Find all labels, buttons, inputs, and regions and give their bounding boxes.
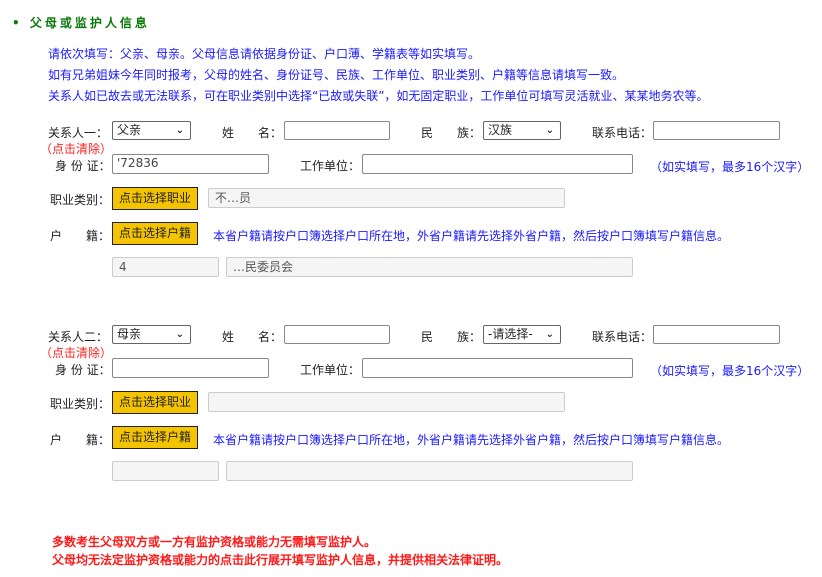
- section-title: • 父母或监护人信息: [12, 16, 150, 30]
- phone-label: 联系电话：: [592, 330, 653, 344]
- household-hint: 本省户籍请按户口簿选择户口所在地，外省户籍请先选择外省户籍，然后按户口簿填写户籍…: [213, 433, 730, 447]
- id-label: 身 份 证：: [55, 363, 111, 377]
- household-label: 户 籍：: [50, 229, 111, 243]
- name-label: 姓 名：: [222, 330, 283, 344]
- choose-household-button[interactable]: 点击选择户籍: [112, 426, 198, 449]
- expand-guardian-link[interactable]: 父母均无法定监护资格或能力的点击此行展开填写监护人信息，并提供相关法律证明。: [52, 551, 508, 568]
- relation-value: 母亲: [117, 327, 142, 341]
- occupation-label: 职业类别：: [50, 193, 111, 207]
- id-input[interactable]: '72836: [112, 154, 269, 174]
- household-code-field: [112, 461, 219, 481]
- name-input[interactable]: [284, 325, 390, 344]
- ethnicity-select[interactable]: -请选择- ⌄: [483, 325, 561, 344]
- phone-input[interactable]: [653, 121, 780, 140]
- chevron-down-icon: ⌄: [175, 125, 184, 136]
- section-title-text: 父母或监护人信息: [29, 16, 150, 30]
- work-label: 工作单位：: [300, 159, 361, 173]
- name-input[interactable]: [284, 121, 390, 140]
- relation-value: 父亲: [117, 123, 142, 137]
- relation-label: 关系人二：: [48, 330, 109, 344]
- household-code-field: 4: [112, 257, 219, 277]
- work-input[interactable]: [362, 154, 633, 174]
- choose-occupation-button[interactable]: 点击选择职业: [112, 187, 198, 210]
- household-label: 户 籍：: [50, 433, 111, 447]
- guardian-info-form: • 父母或监护人信息 请依次填写：父亲、母亲。父母信息请依据身份证、户口薄、学籍…: [0, 0, 822, 577]
- phone-input[interactable]: [653, 325, 780, 344]
- ethnicity-label: 民 族：: [421, 330, 482, 344]
- occupation-field: [208, 392, 565, 412]
- choose-household-button[interactable]: 点击选择户籍: [112, 222, 198, 245]
- occupation-label: 职业类别：: [50, 397, 111, 411]
- relation-select[interactable]: 父亲 ⌄: [112, 121, 191, 140]
- phone-label: 联系电话：: [592, 126, 653, 140]
- chevron-down-icon: ⌄: [545, 329, 554, 340]
- relation-label: 关系人一：: [48, 126, 109, 140]
- household-address-field: …民委员会: [226, 257, 633, 277]
- work-input[interactable]: [362, 358, 633, 378]
- id-label: 身 份 证：: [55, 159, 111, 173]
- ethnicity-value: -请选择-: [488, 327, 533, 341]
- clear-link[interactable]: （点击清除）: [40, 140, 112, 157]
- warning-text: 多数考生父母双方或一方有监护资格或能力无需填写监护人。: [52, 535, 377, 549]
- chevron-down-icon: ⌄: [545, 125, 554, 136]
- ethnicity-label: 民 族：: [421, 126, 482, 140]
- occupation-field: 不…员: [208, 188, 565, 208]
- instruction-line: 如有兄弟姐妹今年同时报考，父母的姓名、身份证号、民族、工作单位、职业类别、户籍等…: [48, 68, 625, 82]
- work-label: 工作单位：: [300, 363, 361, 377]
- instruction-line: 请依次填写：父亲、母亲。父母信息请依据身份证、户口薄、学籍表等如实填写。: [48, 47, 481, 61]
- ethnicity-select[interactable]: 汉族 ⌄: [483, 121, 561, 140]
- choose-occupation-button[interactable]: 点击选择职业: [112, 391, 198, 414]
- relation-select[interactable]: 母亲 ⌄: [112, 325, 191, 344]
- chevron-down-icon: ⌄: [175, 329, 184, 340]
- work-hint: （如实填写，最多16个汉字）: [650, 160, 810, 174]
- ethnicity-value: 汉族: [488, 123, 513, 137]
- household-address-field: [226, 461, 633, 481]
- household-hint: 本省户籍请按户口簿选择户口所在地，外省户籍请先选择外省户籍，然后按户口簿填写户籍…: [213, 229, 730, 243]
- clear-link[interactable]: （点击清除）: [40, 344, 112, 361]
- instruction-line: 关系人如已故去或无法联系，可在职业类别中选择“已故或失联”，如无固定职业，工作单…: [48, 89, 709, 103]
- name-label: 姓 名：: [222, 126, 283, 140]
- work-hint: （如实填写，最多16个汉字）: [650, 364, 810, 378]
- id-input[interactable]: [112, 358, 269, 378]
